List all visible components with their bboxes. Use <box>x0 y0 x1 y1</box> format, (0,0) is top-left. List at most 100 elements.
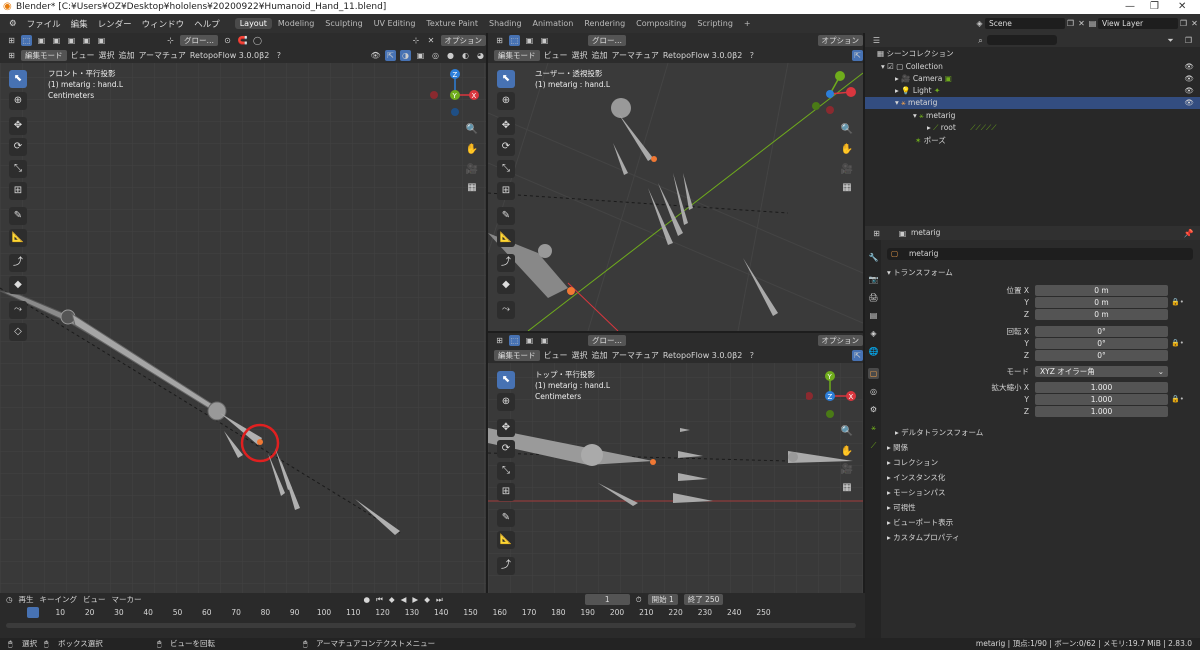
instancing-panel-header[interactable]: ▸ インスタンス化 <box>887 472 945 483</box>
select-mode-icon-top[interactable]: ⬚ <box>509 335 520 346</box>
editor-type-icon[interactable]: ⊞ <box>6 35 17 46</box>
tool-transform-top[interactable]: ⊞ <box>497 483 515 501</box>
menu-armature[interactable]: アーマチュア <box>139 50 186 61</box>
select-new-icon[interactable]: ▣ <box>36 35 47 46</box>
tool-annotate-user[interactable]: ✎ <box>497 207 515 225</box>
new-view-layer-icon[interactable]: ❐ <box>1178 18 1189 29</box>
timeline-ruler[interactable]: 1102030405060708090100110120130140150160… <box>0 607 865 619</box>
timeline-editor-icon[interactable]: ◷ <box>6 595 13 604</box>
transform-icon[interactable]: ⊹ <box>411 35 422 46</box>
expand-icon[interactable]: ▾ <box>881 62 885 71</box>
menu-add[interactable]: 追加 <box>119 50 135 61</box>
new-collection-icon[interactable]: ❐ <box>1183 35 1194 46</box>
outliner-row-armature-data[interactable]: ▾ ⚹ metarig <box>865 110 1200 122</box>
outliner-editor-icon[interactable]: ☰ <box>871 35 882 46</box>
jump-start-icon[interactable]: ⏮ <box>376 595 383 605</box>
outliner-row-pose[interactable]: ✶ ポーズ <box>865 135 1200 147</box>
select-extend-icon[interactable]: ▣ <box>51 35 62 46</box>
camera-view-icon-user[interactable]: 🎥 <box>838 161 856 179</box>
outliner-row-camera[interactable]: ▸ 🎥 Camera ▣ 👁 <box>865 73 1200 85</box>
select-new-icon-top[interactable]: ▣ <box>524 335 535 346</box>
navigation-gizmo-front[interactable]: Z X Y <box>428 68 483 118</box>
play-reverse-icon[interactable]: ◀ <box>401 595 407 604</box>
visibility-icon[interactable]: 👁 <box>370 50 381 61</box>
menu-view-user[interactable]: ビュー <box>544 50 568 61</box>
navigation-gizmo-user[interactable] <box>806 66 861 116</box>
delete-view-layer-icon[interactable]: ✕ <box>1189 18 1200 29</box>
viewport-display-panel-header[interactable]: ▸ ビューポート表示 <box>887 517 953 528</box>
mode-dropdown[interactable]: 編集モード <box>21 50 67 61</box>
record-icon[interactable]: ● <box>364 595 371 604</box>
shading-wire-icon[interactable]: ◎ <box>430 50 441 61</box>
rotation-mode-dropdown[interactable]: XYZ オイラー角 ⌄ <box>1035 366 1168 377</box>
tool-move-user[interactable]: ✥ <box>497 117 515 135</box>
overlay-icon[interactable]: ◑ <box>400 50 411 61</box>
menu-armature-top[interactable]: アーマチュア <box>612 350 659 361</box>
pan-hand-icon-top[interactable]: ✋ <box>838 443 856 461</box>
play-icon[interactable]: ▶ <box>412 595 418 604</box>
current-frame-field[interactable]: 1 <box>584 594 630 605</box>
select-invert-icon[interactable]: ▣ <box>81 35 92 46</box>
tab-modeling[interactable]: Modeling <box>273 18 319 29</box>
bone-tab-icon[interactable]: ⟋ <box>868 440 879 451</box>
menu-help[interactable]: ヘルプ <box>189 18 225 30</box>
outliner-row-light[interactable]: ▸ 💡 Light ✦ 👁 <box>865 85 1200 97</box>
outliner-row-collection[interactable]: ▾ ☑ ▢ Collection 👁 <box>865 61 1200 73</box>
close-icon[interactable]: ✕ <box>426 35 437 46</box>
location-x-field[interactable]: 0 m <box>1035 285 1168 296</box>
snap-icon[interactable]: 🧲 <box>237 35 248 46</box>
transform-panel-header[interactable]: ▾ トランスフォーム <box>887 267 953 278</box>
menu-playback[interactable]: 再生 <box>19 594 34 605</box>
help-icon-user[interactable]: ? <box>746 50 757 61</box>
transform-orientation-dropdown-user[interactable]: グロー… <box>588 35 626 46</box>
options-dropdown-user[interactable]: オプション <box>817 35 863 46</box>
scale-y-field[interactable]: 1.000 <box>1035 394 1168 405</box>
menu-add-top[interactable]: 追加 <box>592 350 608 361</box>
mode-dropdown-top[interactable]: 編集モード <box>494 350 540 361</box>
close-button[interactable]: ✕ <box>1178 0 1186 14</box>
tab-shading[interactable]: Shading <box>484 18 527 29</box>
menu-select[interactable]: 選択 <box>99 50 115 61</box>
tab-uv-editing[interactable]: UV Editing <box>369 18 421 29</box>
tool-roll[interactable]: ⤳ <box>9 301 27 319</box>
tool-scale-user[interactable]: ⤡ <box>497 160 515 178</box>
visibility-eye-icon[interactable]: 👁 <box>1184 97 1194 109</box>
maximize-button[interactable]: ❐ <box>1150 0 1159 14</box>
relations-panel-header[interactable]: ▸ 関係 <box>887 442 908 453</box>
tool-bone-size-user[interactable]: ◆ <box>497 276 515 294</box>
tool-cursor-user[interactable]: ⊕ <box>497 92 515 110</box>
tool-cursor-top[interactable]: ⊕ <box>497 393 515 411</box>
scene-icon[interactable]: ◈ <box>974 18 985 29</box>
motion-paths-panel-header[interactable]: ▸ モーションパス <box>887 487 946 498</box>
tool-cursor[interactable]: ⊕ <box>9 92 27 110</box>
object-name-field[interactable]: ▢ metarig <box>887 248 1193 260</box>
tool-transform-user[interactable]: ⊞ <box>497 182 515 200</box>
blender-menu-icon[interactable]: ⚙ <box>4 19 22 29</box>
menu-view[interactable]: ビュー <box>71 50 95 61</box>
tool-measure-top[interactable]: 📐 <box>497 531 515 549</box>
menu-select-top[interactable]: 選択 <box>572 350 588 361</box>
tab-animation[interactable]: Animation <box>528 18 579 29</box>
retopoflow-menu[interactable]: RetopoFlow 3.0.0β2 <box>190 51 269 60</box>
zoom-icon-user[interactable]: 🔍 <box>838 121 856 139</box>
expand-icon[interactable]: ▸ <box>895 86 899 95</box>
tool-move-top[interactable]: ✥ <box>497 419 515 437</box>
menu-window[interactable]: ウィンドウ <box>137 18 190 30</box>
armature-data-tab-icon[interactable]: ⚹ <box>868 422 879 433</box>
shading-material-icon[interactable]: ◐ <box>460 50 471 61</box>
expand-icon[interactable]: ▾ <box>895 98 899 107</box>
tool-scale-top[interactable]: ⤡ <box>497 462 515 480</box>
tool-rotate-top[interactable]: ⟳ <box>497 440 515 458</box>
tool-select-box-user[interactable]: ⬉ <box>497 70 515 88</box>
end-frame-field[interactable]: 終了 250 <box>683 594 724 605</box>
checkbox-icon[interactable]: ☑ <box>887 62 894 71</box>
select-subtract-icon[interactable]: ▣ <box>66 35 77 46</box>
pan-hand-icon[interactable]: ✋ <box>463 141 481 159</box>
shading-render-icon[interactable]: ◕ <box>475 50 486 61</box>
expand-icon[interactable]: ▾ <box>913 111 917 120</box>
zoom-icon[interactable]: 🔍 <box>463 121 481 139</box>
proportional-icon[interactable]: ◯ <box>252 35 263 46</box>
properties-editor-icon[interactable]: ⊞ <box>871 228 882 239</box>
gizmo-icon-top[interactable]: ⇱ <box>852 350 863 361</box>
view-layer-selector[interactable]: View Layer <box>1098 18 1178 29</box>
